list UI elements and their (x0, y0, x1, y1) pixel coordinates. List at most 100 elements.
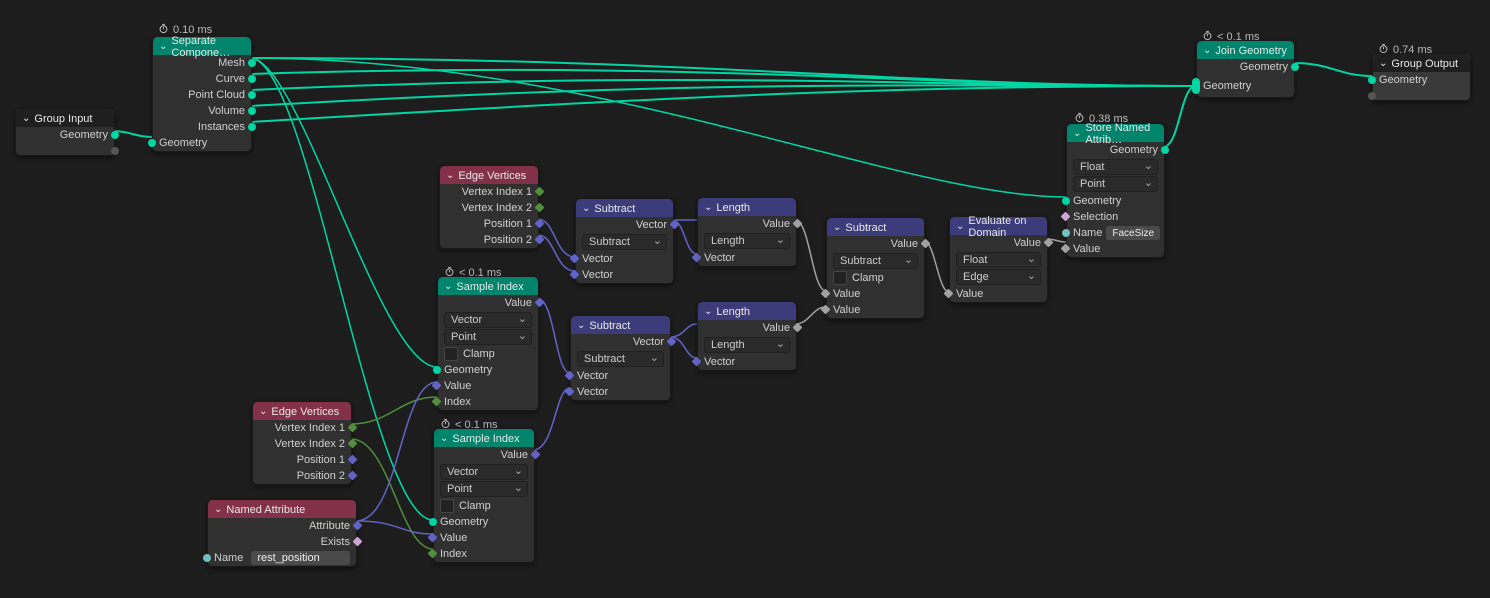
node-header[interactable]: ⌄Subtract (827, 218, 924, 236)
node-group-input[interactable]: ⌄ Group Input Geometry (15, 108, 115, 156)
socket[interactable] (1044, 238, 1054, 248)
socket[interactable] (1368, 76, 1376, 84)
node-header[interactable]: ⌄Sample Index (438, 277, 538, 295)
operation-dropdown[interactable]: Subtract (582, 234, 667, 250)
domain-dropdown[interactable]: Point (440, 481, 528, 497)
node-edge-vertices-2[interactable]: ⌄Edge Vertices Vertex Index 1 Vertex Ind… (252, 401, 352, 485)
socket[interactable] (1062, 229, 1070, 237)
socket[interactable] (793, 219, 803, 229)
socket[interactable] (570, 254, 580, 264)
clamp-checkbox-row[interactable]: Clamp (434, 498, 534, 514)
operation-dropdown[interactable]: Subtract (577, 351, 664, 367)
socket-multi[interactable] (1192, 78, 1200, 94)
socket[interactable] (1161, 146, 1169, 154)
socket[interactable] (429, 518, 437, 526)
datatype-dropdown[interactable]: Float (1073, 159, 1158, 175)
node-subtract-vector-1[interactable]: ⌄Subtract Vector Subtract Vector Vector (575, 198, 674, 284)
clamp-checkbox-row[interactable]: Clamp (438, 346, 538, 362)
datatype-dropdown[interactable]: Vector (440, 464, 528, 480)
socket[interactable] (432, 397, 442, 407)
node-header[interactable]: ⌄Named Attribute (208, 500, 356, 518)
socket[interactable] (821, 289, 831, 299)
domain-dropdown[interactable]: Point (1073, 176, 1158, 192)
socket[interactable] (248, 59, 256, 67)
socket[interactable] (1291, 63, 1299, 71)
socket[interactable] (793, 323, 803, 333)
socket[interactable] (921, 239, 931, 249)
socket[interactable] (203, 554, 211, 562)
node-evaluate-on-domain[interactable]: ⌄Evaluate on Domain Value Float Edge Val… (949, 216, 1048, 303)
checkbox[interactable] (444, 347, 458, 361)
socket[interactable] (248, 91, 256, 99)
node-header[interactable]: ⌄ Edge Vertices (440, 166, 538, 184)
node-header[interactable]: ⌄ Group Input (16, 109, 114, 127)
socket[interactable] (535, 235, 545, 245)
socket[interactable] (1061, 212, 1071, 222)
socket[interactable] (570, 270, 580, 280)
socket[interactable] (531, 450, 541, 460)
clamp-checkbox-row[interactable]: Clamp (827, 270, 924, 286)
socket-empty[interactable] (1368, 92, 1376, 100)
node-separate-components[interactable]: ⌄ Separate Compone… Mesh Curve Point Clo… (152, 36, 252, 152)
socket[interactable] (535, 298, 545, 308)
node-header[interactable]: ⌄Join Geometry (1197, 41, 1294, 59)
socket[interactable] (1062, 197, 1070, 205)
socket[interactable] (667, 337, 677, 347)
node-sample-index-1[interactable]: ⌄Sample Index Value Vector Point Clamp G… (437, 276, 539, 411)
node-store-named-attribute[interactable]: ⌄Store Named Attrib… Geometry Float Poin… (1066, 123, 1165, 258)
socket[interactable] (433, 366, 441, 374)
node-edge-vertices-1[interactable]: ⌄ Edge Vertices Vertex Index 1 Vertex In… (439, 165, 539, 249)
socket[interactable] (821, 305, 831, 315)
socket[interactable] (353, 537, 363, 547)
checkbox[interactable] (833, 271, 847, 285)
socket[interactable] (1061, 244, 1071, 254)
socket[interactable] (670, 220, 680, 230)
datatype-dropdown[interactable]: Vector (444, 312, 532, 328)
socket[interactable] (248, 107, 256, 115)
socket-empty[interactable] (111, 147, 119, 155)
socket[interactable] (535, 187, 545, 197)
socket[interactable] (565, 371, 575, 381)
socket[interactable] (432, 381, 442, 391)
domain-dropdown[interactable]: Edge (956, 269, 1041, 285)
socket[interactable] (565, 387, 575, 397)
node-header[interactable]: ⌄Sample Index (434, 429, 534, 447)
node-header[interactable]: ⌄Subtract (571, 316, 670, 334)
node-subtract-float[interactable]: ⌄Subtract Value Subtract Clamp Value Val… (826, 217, 925, 319)
node-header[interactable]: ⌄Length (698, 302, 796, 320)
node-header[interactable]: ⌄Group Output (1373, 54, 1470, 72)
socket[interactable] (692, 357, 702, 367)
name-field[interactable]: rest_position (251, 551, 350, 565)
node-header[interactable]: ⌄Subtract (576, 199, 673, 217)
socket[interactable] (348, 439, 358, 449)
node-header[interactable]: ⌄ Separate Compone… (153, 37, 251, 55)
socket-geometry[interactable] (111, 131, 119, 139)
node-sample-index-2[interactable]: ⌄Sample Index Value Vector Point Clamp G… (433, 428, 535, 563)
socket[interactable] (535, 219, 545, 229)
name-field[interactable]: FaceSize (1106, 226, 1160, 240)
socket[interactable] (248, 75, 256, 83)
operation-dropdown[interactable]: Length (704, 337, 790, 353)
node-named-attribute[interactable]: ⌄Named Attribute Attribute Exists Name r… (207, 499, 357, 567)
node-header[interactable]: ⌄Store Named Attrib… (1067, 124, 1164, 142)
socket[interactable] (428, 549, 438, 559)
node-length-1[interactable]: ⌄Length Value Length Vector (697, 197, 797, 267)
node-header[interactable]: ⌄Length (698, 198, 796, 216)
socket[interactable] (348, 455, 358, 465)
socket[interactable] (692, 253, 702, 263)
checkbox[interactable] (440, 499, 454, 513)
node-join-geometry[interactable]: ⌄Join Geometry Geometry Geometry (1196, 40, 1295, 98)
socket[interactable] (148, 139, 156, 147)
node-subtract-vector-2[interactable]: ⌄Subtract Vector Subtract Vector Vector (570, 315, 671, 401)
socket[interactable] (944, 289, 954, 299)
socket[interactable] (348, 423, 358, 433)
operation-dropdown[interactable]: Length (704, 233, 790, 249)
socket[interactable] (348, 471, 358, 481)
socket[interactable] (428, 533, 438, 543)
node-length-2[interactable]: ⌄Length Value Length Vector (697, 301, 797, 371)
node-header[interactable]: ⌄Edge Vertices (253, 402, 351, 420)
socket[interactable] (248, 123, 256, 131)
node-group-output[interactable]: ⌄Group Output Geometry (1372, 53, 1471, 101)
datatype-dropdown[interactable]: Float (956, 252, 1041, 268)
socket[interactable] (535, 203, 545, 213)
